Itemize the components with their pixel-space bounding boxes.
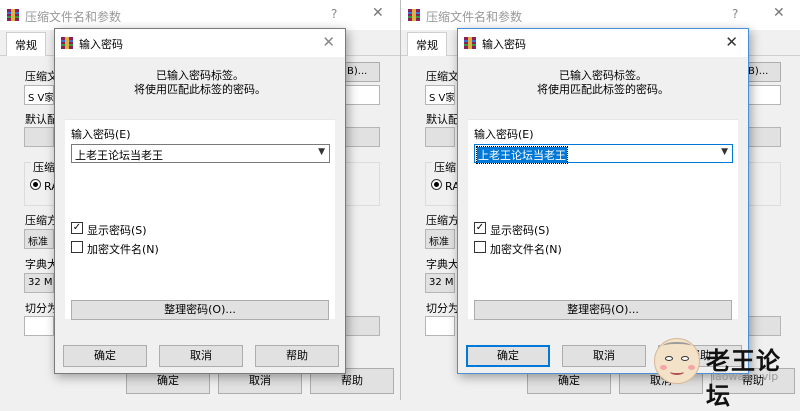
organize-passwords-button[interactable]: 整理密码(O)...	[71, 300, 329, 320]
winrar-app-icon	[464, 37, 476, 49]
parent-window-title: 压缩文件名和参数	[25, 10, 122, 24]
dictionary-dropdown[interactable]: 32 MB	[425, 273, 455, 293]
ok-button[interactable]: 确定	[63, 345, 147, 367]
left-screenshot: 压缩文件名和参数 ? ✕ 常规 压缩文 B)... S V家 默认配 压缩 RA…	[0, 0, 400, 400]
cancel-button[interactable]: 取消	[562, 345, 646, 367]
rar-radio[interactable]	[30, 179, 41, 190]
chevron-down-icon[interactable]: ▼	[721, 147, 728, 157]
profile-button[interactable]	[425, 127, 455, 147]
password-dialog-title: 输入密码	[482, 38, 526, 51]
browse-button[interactable]: B)...	[340, 62, 380, 82]
format-group-label: 压缩	[432, 159, 458, 175]
password-dialog-titlebar: 输入密码 ✕	[458, 29, 748, 57]
default-profile-label: 默认配	[426, 113, 459, 126]
profile-button[interactable]	[24, 127, 54, 147]
archive-name-field[interactable]: S V家	[425, 85, 455, 105]
method-dropdown[interactable]: 标准	[425, 229, 455, 249]
organize-passwords-button[interactable]: 整理密码(O)...	[474, 300, 732, 320]
archive-name-field[interactable]: S V家	[24, 85, 54, 105]
watermark-url: laowang.vip	[712, 370, 779, 383]
password-input[interactable]: 上老王论坛当老王 ▼	[71, 144, 330, 163]
help-button[interactable]: 帮助	[255, 345, 339, 367]
tab-general[interactable]: 常规	[407, 32, 447, 56]
password-label: 输入密码(E)	[474, 128, 534, 141]
password-label: 输入密码(E)	[71, 128, 131, 141]
show-password-checkbox[interactable]: ✓	[71, 222, 83, 234]
parent-titlebar: 压缩文件名和参数 ? ✕	[0, 0, 400, 30]
tab-general[interactable]: 常规	[6, 32, 46, 56]
ok-button[interactable]: 确定	[466, 345, 550, 367]
show-password-label: 显示密码(S)	[490, 224, 550, 237]
show-password-checkbox[interactable]: ✓	[474, 222, 486, 234]
archive-name-label: 压缩文	[426, 70, 459, 83]
close-icon[interactable]: ✕	[372, 5, 384, 21]
rar-radio[interactable]	[431, 179, 442, 190]
password-input[interactable]: 上老王论坛当老王 ▼	[474, 144, 733, 164]
password-dialog-titlebar: 输入密码 ✕	[55, 29, 345, 57]
split-field[interactable]	[425, 316, 455, 336]
split-label: 切分为	[426, 302, 459, 315]
password-dialog: 输入密码 ✕ 已输入密码标签。 将使用匹配此标签的密码。 输入密码(E) 上老王…	[457, 28, 749, 374]
close-icon[interactable]: ✕	[322, 33, 335, 51]
close-icon[interactable]: ✕	[725, 33, 738, 51]
method-label: 压缩方	[426, 214, 459, 227]
encrypt-filenames-checkbox[interactable]	[71, 241, 83, 253]
password-value: 上老王论坛当老王	[75, 149, 163, 162]
winrar-app-icon	[61, 37, 73, 49]
help-icon[interactable]: ?	[732, 7, 738, 21]
winrar-app-icon	[7, 9, 19, 21]
winrar-app-icon	[408, 9, 420, 21]
encrypt-filenames-label: 加密文件名(N)	[87, 243, 159, 256]
show-password-label: 显示密码(S)	[87, 224, 147, 237]
password-dialog-title: 输入密码	[79, 38, 123, 51]
password-dialog: 输入密码 ✕ 已输入密码标签。 将使用匹配此标签的密码。 输入密码(E) 上老王…	[54, 28, 346, 374]
update-mode-dropdown[interactable]	[340, 127, 380, 147]
mascot-face-icon	[654, 338, 700, 384]
close-icon[interactable]: ✕	[773, 5, 785, 21]
archive-name-dropdown[interactable]	[340, 85, 380, 105]
info-text-line2: 将使用匹配此标签的密码。	[134, 83, 266, 96]
dictionary-label: 字典大	[426, 258, 459, 271]
split-dropdown[interactable]	[340, 316, 380, 336]
cancel-button[interactable]: 取消	[159, 345, 243, 367]
help-icon[interactable]: ?	[331, 7, 337, 21]
password-value-selected: 上老王论坛当老王	[476, 146, 568, 164]
right-screenshot: 压缩文件名和参数 ? ✕ 常规 压缩文 B)... S V家 默认配 压缩 RA…	[400, 0, 800, 400]
parent-titlebar: 压缩文件名和参数 ? ✕	[401, 0, 800, 30]
encrypt-filenames-checkbox[interactable]	[474, 241, 486, 253]
method-dropdown[interactable]: 标准	[24, 229, 54, 249]
encrypt-filenames-label: 加密文件名(N)	[490, 243, 562, 256]
parent-window-title: 压缩文件名和参数	[426, 10, 523, 24]
split-field[interactable]	[24, 316, 54, 336]
info-text-line2: 将使用匹配此标签的密码。	[537, 83, 669, 96]
dictionary-dropdown[interactable]: 32 MB	[24, 273, 54, 293]
chevron-down-icon[interactable]: ▼	[318, 147, 325, 157]
